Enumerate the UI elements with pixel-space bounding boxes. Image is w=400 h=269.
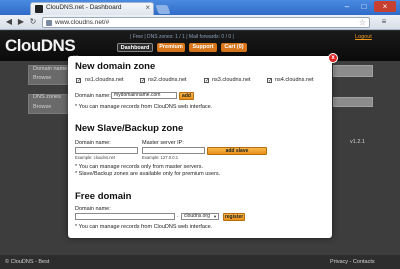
free-domain-input[interactable] <box>75 213 175 220</box>
ns4-checkbox[interactable]: ✓ <box>267 78 272 84</box>
tab-cart[interactable]: Cart (0) <box>221 43 247 52</box>
add-zone-dialog: New domain zone ✓ ns1.cloudns.net ✓ ns2.… <box>68 56 332 238</box>
bg-browse2-label: Browse <box>33 104 52 110</box>
ns2-checkbox[interactable]: ✓ <box>140 78 145 84</box>
page-icon <box>46 20 52 26</box>
free-domain-note: * You can manage records from ClouDNS we… <box>75 224 213 230</box>
ns4-label: ns4.cloudns.net <box>275 77 314 83</box>
master-ip-label: Master server IP: <box>142 140 184 146</box>
browser-tab[interactable]: ClouDNS.net - Dashboard × <box>30 2 154 15</box>
bg-domain-label: Domain name <box>33 66 68 72</box>
master-ip-example: Example: 127.0.0.1 <box>142 155 179 160</box>
star-icon[interactable]: ☆ <box>359 18 366 27</box>
account-info: | Free | DNS zones: 1 / 1 | Mail forward… <box>130 34 234 40</box>
bg-version: v1.2.1 <box>350 139 365 145</box>
tab-dashboard[interactable]: Dashboard <box>117 43 153 52</box>
browser-toolbar: ◀ ▶ ↻ www.cloudns.net/# ☆ ≡ <box>0 15 400 30</box>
maximize-button[interactable]: □ <box>357 1 371 12</box>
chevron-down-icon: ▼ <box>213 214 217 219</box>
close-icon[interactable]: x <box>328 53 338 63</box>
bg-browse-label: Browse <box>33 75 52 81</box>
master-ip-input[interactable] <box>142 147 205 154</box>
slave-note-1: * You can manage records only from maste… <box>75 164 204 170</box>
slave-zone-title: New Slave/Backup zone <box>75 123 184 134</box>
tab-premium[interactable]: Premium <box>157 43 185 52</box>
new-zone-note: * You can manage records from ClouDNS we… <box>75 104 213 110</box>
tab-title: ClouDNS.net - Dashboard <box>46 4 122 11</box>
ns1-label: ns1.cloudns.net <box>85 77 124 83</box>
dot-separator: . <box>177 213 179 219</box>
page-footer: © ClouDNS - Best Privacy - Contacts <box>0 255 400 269</box>
bg-right-field-2 <box>333 97 373 107</box>
address-bar[interactable]: www.cloudns.net/# ☆ <box>42 17 370 28</box>
bg-right-field <box>333 65 373 77</box>
bg-zones-label: DNS zones <box>33 94 61 100</box>
footer-copyright: © ClouDNS - Best <box>5 259 50 265</box>
url-text[interactable]: www.cloudns.net/# <box>55 19 109 26</box>
domain-name-label: Domain name: <box>75 93 111 99</box>
tab-close-icon[interactable]: × <box>145 3 150 12</box>
add-zone-button[interactable]: add <box>179 91 194 100</box>
tab-support[interactable]: Support <box>189 43 217 52</box>
footer-links[interactable]: Privacy - Contacts <box>330 259 375 265</box>
back-arrow-icon[interactable]: ◀ <box>4 17 14 27</box>
ns3-label: ns3.cloudns.net <box>212 77 251 83</box>
ns2-label: ns2.cloudns.net <box>148 77 187 83</box>
slave-domain-label: Domain name: <box>75 140 111 146</box>
slave-note-2: * Slave/Backup zones are available only … <box>75 171 221 177</box>
forward-arrow-icon[interactable]: ▶ <box>16 17 26 27</box>
add-slave-button[interactable]: add slave <box>207 146 267 155</box>
free-domain-label: Domain name: <box>75 206 111 212</box>
free-domain-title: Free domain <box>75 191 132 202</box>
register-button[interactable]: register <box>223 212 245 221</box>
cloudns-logo[interactable]: ClouDNS <box>5 36 76 56</box>
window-close-button[interactable]: × <box>374 1 396 12</box>
ns3-checkbox[interactable]: ✓ <box>204 78 209 84</box>
new-zone-title: New domain zone <box>75 61 156 72</box>
ns1-checkbox[interactable]: ✓ <box>76 78 81 84</box>
logout-link[interactable]: Logout <box>355 34 372 40</box>
wrench-icon[interactable]: ≡ <box>377 17 391 27</box>
new-tab-button[interactable] <box>155 5 171 14</box>
minimize-button[interactable]: – <box>340 1 354 12</box>
tld-select[interactable]: cloudns.org ▼ <box>181 213 219 220</box>
slave-domain-input[interactable] <box>75 147 138 154</box>
slave-domain-example: Example: cloudns.net <box>75 155 116 160</box>
tld-selected-value: cloudns.org <box>184 213 210 219</box>
browser-title-bar: ClouDNS.net - Dashboard × – □ × <box>0 0 400 15</box>
domain-name-input[interactable]: mydomainname.com <box>111 92 177 99</box>
reload-icon[interactable]: ↻ <box>28 17 38 27</box>
favicon-icon <box>35 5 43 13</box>
